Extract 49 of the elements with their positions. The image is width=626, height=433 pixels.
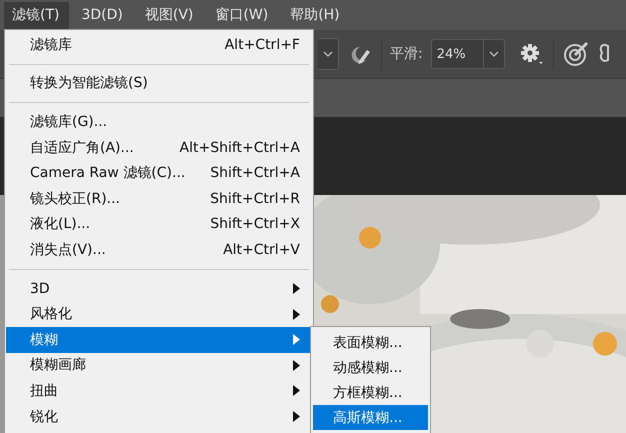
- shortcut-label: Alt+Ctrl+F: [224, 36, 300, 53]
- menu-item-label: 液化(L)...: [30, 215, 92, 234]
- submenu-item[interactable]: 高斯模糊...: [313, 405, 428, 430]
- menu-item-label: 3D: [30, 280, 51, 297]
- target-brush-icon[interactable]: [562, 41, 590, 67]
- shortcut-label: Alt+Shift+Ctrl+A: [180, 140, 300, 156]
- menu-item[interactable]: 滤镜库(G)...: [6, 109, 312, 135]
- menu-item-label: Camera Raw 滤镜(C)...: [30, 164, 186, 182]
- submenu-item[interactable]: 表面模糊...: [313, 330, 428, 355]
- shortcut-label: Shift+Ctrl+R: [210, 190, 300, 207]
- menu-item-label: 模糊: [30, 330, 59, 349]
- menu-bar-item[interactable]: 窗口(W): [205, 2, 278, 28]
- submenu-item[interactable]: 动感模糊...: [313, 355, 428, 380]
- menu-item[interactable]: 滤镜库 Alt+Ctrl+F: [6, 32, 312, 58]
- menu-item[interactable]: 锐化: [6, 404, 312, 430]
- menu-item-label: 滤镜库(G)...: [30, 112, 108, 131]
- menu-item[interactable]: 模糊画廊: [6, 352, 312, 378]
- menu-item[interactable]: 模糊: [6, 326, 312, 353]
- menu-item-label: 风格化: [30, 305, 73, 324]
- settings-icon[interactable]: [518, 42, 545, 66]
- menu-item-label: 镜头校正(R)...: [30, 190, 122, 208]
- menu-item-label: 转换为智能滤镜(S): [30, 74, 149, 92]
- menu-item[interactable]: 自适应广角(A)... Alt+Shift+Ctrl+A: [6, 134, 312, 160]
- menu-item[interactable]: 转换为智能滤镜(S): [6, 70, 312, 96]
- menu-item-label: 扭曲: [30, 382, 59, 400]
- shortcut-label: Shift+Ctrl+A: [210, 165, 300, 182]
- menu-item[interactable]: 液化(L)... Shift+Ctrl+X: [6, 212, 312, 238]
- menu-item-label: 锐化: [30, 408, 59, 426]
- menu-item-label: 消失点(V)...: [30, 240, 107, 259]
- menu-item[interactable]: 消失点(V)... Alt+Ctrl+V: [6, 237, 312, 263]
- submenu-item[interactable]: 方框模糊...: [313, 380, 428, 405]
- shortcut-label: Alt+Ctrl+V: [223, 242, 300, 258]
- menu-item[interactable]: Camera Raw 滤镜(C)... Shift+Ctrl+A: [6, 160, 312, 186]
- menu-bar-item[interactable]: 视图(V): [134, 2, 204, 28]
- menu-item-label: 滤镜库: [30, 36, 73, 54]
- menu-item[interactable]: 镜头校正(R)... Shift+Ctrl+R: [6, 186, 312, 212]
- menu-item[interactable]: 扭曲: [6, 378, 312, 404]
- shortcut-label: Shift+Ctrl+X: [210, 216, 300, 232]
- menu-item-label: 模糊画廊: [30, 356, 87, 374]
- chevron-down-icon: [322, 50, 334, 58]
- menu-item-label: 自适应广角(A)...: [30, 138, 135, 157]
- menu-item[interactable]: 风格化: [6, 301, 312, 327]
- menu-bar-item[interactable]: 滤镜(T): [4, 2, 70, 28]
- menu-bar-item[interactable]: 帮助(H): [280, 2, 350, 28]
- menu-item[interactable]: 3D: [6, 276, 312, 302]
- chevron-down-icon: [488, 50, 500, 58]
- menu-bar-item[interactable]: 3D(D): [71, 2, 133, 28]
- smoothing-field[interactable]: 24%: [430, 39, 505, 69]
- smoothing-label: 平滑:: [390, 45, 423, 63]
